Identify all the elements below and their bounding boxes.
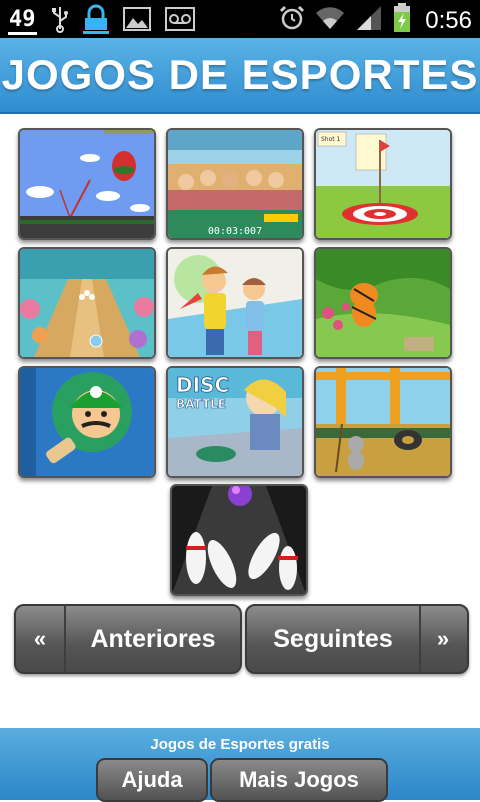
footer-tagline: Jogos de Esportes gratis: [150, 736, 330, 753]
game-thumb-bowling-underwater[interactable]: [18, 247, 156, 359]
game-thumb-disc-battle[interactable]: DISC BATTLE: [166, 366, 304, 478]
notification-count-icon: 49: [8, 8, 37, 35]
signal-icon: [355, 4, 383, 37]
game-thumb-bowling-pins[interactable]: [170, 484, 308, 596]
voicemail-icon: [164, 7, 195, 36]
battery-charging-icon: [393, 3, 411, 38]
image-icon: [122, 7, 151, 36]
disc-logo-text: DISC: [176, 373, 229, 397]
double-chevron-right-icon: »: [436, 626, 450, 651]
game-thumb-mario-ping-pong[interactable]: [18, 366, 156, 478]
battle-logo-text: BATTLE: [176, 397, 226, 411]
archery-shot-label: Shot 1: [321, 136, 341, 143]
page-title: JOGOS DE ESPORTES: [1, 51, 479, 98]
game-timer-text: 00:03:007: [208, 226, 262, 237]
next-button[interactable]: Seguintes »: [245, 604, 469, 674]
usb-icon: [51, 5, 69, 38]
more-games-button[interactable]: Mais Jogos: [210, 758, 388, 802]
footer-bar: Jogos de Esportes gratis Ajuda Mais Jogo…: [0, 728, 480, 802]
game-thumb-tiger-golf[interactable]: [314, 247, 452, 359]
status-bar: 49 0:56: [0, 0, 480, 38]
double-chevron-left-icon: «: [33, 626, 47, 651]
help-button[interactable]: Ajuda: [96, 758, 208, 802]
alarm-icon: [279, 5, 305, 36]
game-thumb-tennis-crowd[interactable]: 00:03:007: [166, 128, 304, 240]
wifi-icon: [315, 5, 345, 36]
clock-time: 0:56: [425, 6, 472, 34]
page-header: JOGOS DE ESPORTES: [0, 38, 480, 114]
previous-button-label: Anteriores: [90, 625, 216, 653]
game-thumb-balloon-darts[interactable]: [18, 128, 156, 240]
next-button-label: Seguintes: [273, 625, 393, 653]
game-thumb-dance-couple[interactable]: [166, 247, 304, 359]
previous-button[interactable]: « Anteriores: [14, 604, 242, 674]
game-thumb-archery[interactable]: Shot 1: [314, 128, 452, 240]
game-thumb-mouse-skate[interactable]: [314, 366, 452, 478]
lock-icon: [82, 4, 109, 39]
